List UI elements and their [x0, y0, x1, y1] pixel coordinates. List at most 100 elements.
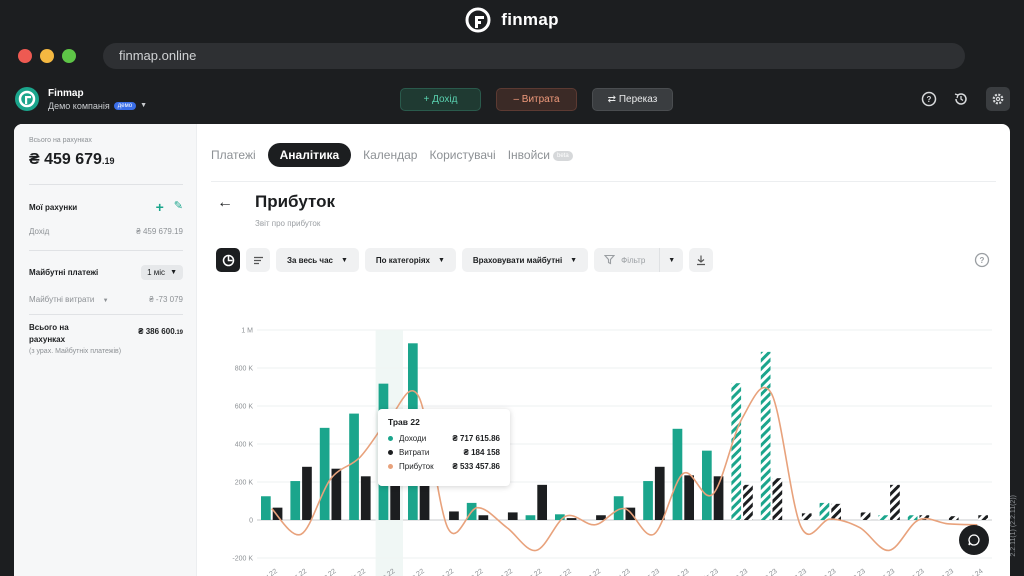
income-bar	[819, 502, 830, 520]
gear-icon[interactable]	[986, 87, 1010, 111]
period-dropdown[interactable]: За весь час ▼	[276, 248, 359, 272]
history-icon[interactable]	[952, 90, 970, 108]
x-tick-label: Вер 23	[845, 568, 867, 576]
income-bar	[907, 515, 918, 520]
expense-bar	[566, 518, 577, 520]
y-tick-label: 200 K	[235, 480, 254, 487]
legend-dot-income	[388, 436, 393, 441]
tab-analytics[interactable]: Аналітика	[267, 143, 352, 167]
minimize-window-button[interactable]	[40, 49, 54, 63]
x-tick-label: Лип 23	[786, 568, 808, 576]
chat-icon	[968, 534, 980, 546]
download-icon[interactable]	[689, 248, 714, 272]
url-bar[interactable]: finmap.online	[103, 43, 965, 69]
account-balance: ₴ 459 679.19	[136, 227, 183, 236]
x-tick-label: Лист 23	[901, 568, 926, 576]
expense-bar	[654, 466, 665, 520]
company-switcher[interactable]: Finmap Демо компанія демо ▼	[14, 86, 147, 112]
future-dropdown[interactable]: Враховувати майбутні ▼	[461, 248, 589, 272]
x-tick-label: Жовт 22	[517, 568, 543, 576]
total-balance-value: ₴ 459 679	[29, 151, 102, 168]
expense-bar	[948, 516, 959, 520]
filter-button[interactable]: Фільтр ▼	[594, 248, 684, 272]
x-tick-label: Лют 23	[638, 568, 661, 576]
accounts-sidebar: Всього на рахунках ₴ 459 679.19 Мої раху…	[14, 124, 197, 576]
add-transfer-button[interactable]: ⇄ Переказ	[592, 88, 673, 111]
y-tick-label: 800 K	[235, 366, 254, 373]
expense-bar	[890, 484, 900, 520]
page-title: Прибуток	[255, 192, 335, 211]
tab-calendar[interactable]: Календар	[363, 148, 417, 162]
add-income-button[interactable]: + Дохід	[400, 88, 481, 111]
expense-bar	[302, 466, 312, 520]
divider	[211, 181, 996, 182]
chat-button[interactable]	[959, 525, 989, 555]
period-select[interactable]: 1 міс ▼	[141, 265, 183, 280]
x-tick-label: Черв 22	[401, 568, 426, 576]
add-expense-button[interactable]: – Витрата	[496, 88, 577, 111]
expense-bar	[360, 476, 371, 520]
expense-bar	[419, 482, 430, 520]
window-controls	[18, 49, 76, 63]
filter-icon	[594, 254, 621, 267]
total-balance-cents: .19	[101, 156, 115, 166]
income-bar	[349, 413, 359, 520]
demo-badge: демо	[113, 101, 137, 110]
grand-total-label-line1: Всього на	[29, 323, 69, 332]
chevron-down-icon[interactable]: ▼	[659, 248, 683, 272]
future-payments-title: Майбутні платежі	[29, 268, 99, 277]
category-dropdown[interactable]: По категоріях ▼	[364, 248, 456, 272]
income-bar	[701, 450, 712, 520]
tooltip-title: Трав 22	[388, 417, 420, 427]
expense-bar	[772, 478, 783, 520]
legend-dot-profit	[388, 464, 393, 469]
income-bar	[319, 427, 330, 520]
total-balance-label: Всього на рахунках	[29, 137, 92, 144]
x-tick-label: Квіт 23	[697, 567, 720, 576]
x-tick-label: Бер 23	[668, 568, 690, 576]
profit-chart[interactable]: 1 M 800 K 600 K 400 K 200 K 0 -200 K Січ 22 Лют…	[197, 320, 1010, 576]
expense-bar	[801, 513, 812, 520]
divider	[29, 314, 183, 315]
total-balance: ₴ 459 679.19	[29, 151, 114, 169]
list-view-icon[interactable]	[246, 248, 270, 272]
chevron-down-icon: ▼	[140, 102, 147, 109]
income-bar	[260, 496, 271, 520]
expense-bar	[860, 512, 871, 520]
help-icon[interactable]: ?	[974, 252, 990, 273]
tooltip-expense-value: ₴ 184 158	[463, 448, 500, 457]
tab-invoices[interactable]: Інвойси beta	[508, 148, 573, 162]
x-tick-label: Бер 22	[316, 568, 338, 576]
tab-users[interactable]: Користувачі	[429, 148, 495, 162]
income-bar	[878, 515, 889, 520]
x-tick-label: Квіт 22	[344, 567, 367, 576]
help-icon[interactable]: ?	[920, 90, 938, 108]
divider	[29, 184, 183, 185]
add-account-icon[interactable]: +	[156, 199, 164, 215]
back-arrow-icon[interactable]: ←	[217, 194, 233, 212]
grand-total-cents: .19	[174, 330, 183, 336]
x-tick-label: Груд 22	[578, 568, 602, 576]
income-bar	[731, 383, 742, 520]
account-name[interactable]: Дохід	[29, 227, 49, 236]
period-select-value: 1 міс	[147, 268, 166, 277]
y-tick-label: -200 K	[232, 556, 253, 563]
chevron-down-icon: ▼	[102, 298, 109, 304]
grand-total-label-line2: рахунках	[29, 335, 66, 344]
x-tick-label: Серп 22	[459, 568, 485, 576]
chevron-down-icon: ▼	[570, 256, 578, 264]
pie-chart-view-icon[interactable]	[216, 248, 240, 272]
tab-bar: Платежі Аналітика Календар Користувачі І…	[211, 143, 573, 167]
tab-payments[interactable]: Платежі	[211, 148, 256, 162]
maximize-window-button[interactable]	[62, 49, 76, 63]
income-bar	[643, 481, 653, 520]
expense-bar	[272, 507, 283, 520]
my-accounts-title: Мої рахунки	[29, 202, 78, 212]
future-expenses-label[interactable]: Майбутні витрати ▼	[29, 295, 109, 304]
income-bar	[672, 428, 683, 520]
tab-invoices-label: Інвойси	[507, 148, 550, 162]
tooltip-income-label: Доходи	[399, 434, 427, 443]
beta-badge: beta	[552, 150, 573, 161]
edit-icon[interactable]: ✎	[174, 199, 183, 215]
close-window-button[interactable]	[18, 49, 32, 63]
